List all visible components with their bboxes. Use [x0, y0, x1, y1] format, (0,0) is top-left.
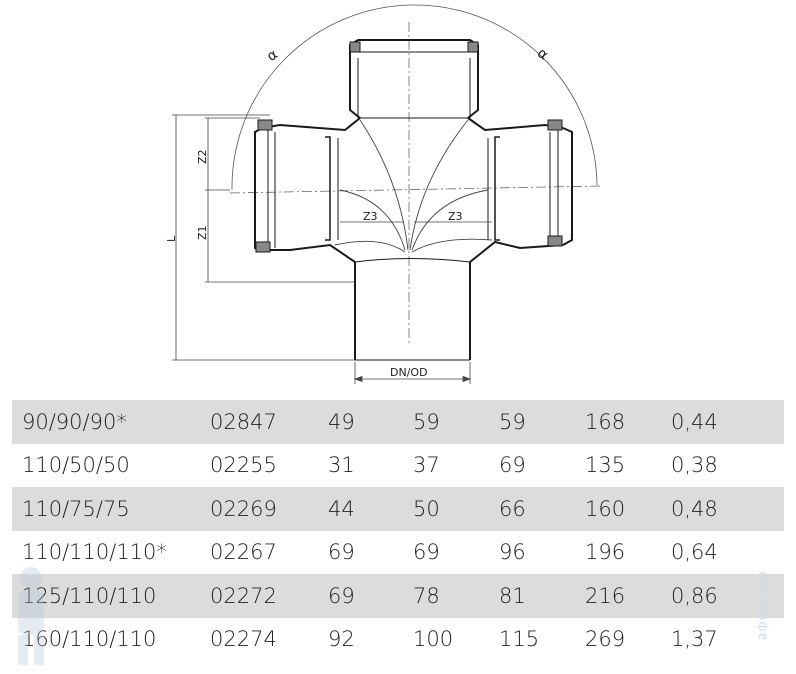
table-cell: 59 — [489, 400, 575, 444]
table-cell: 115 — [499, 627, 540, 652]
table-cell: 0,64 — [671, 540, 718, 565]
table-cell: 02847 — [200, 400, 318, 444]
left-socket — [254, 127, 339, 253]
angle-label-left: α — [264, 46, 281, 64]
table-cell: 02255 — [210, 453, 277, 478]
table-cell: 02274 — [210, 627, 277, 652]
table-row: 90/90/90* 02847 49 59 59 168 0,44 — [12, 400, 784, 444]
table-cell: 59 — [403, 400, 489, 444]
table-cell: 110/50/50 — [22, 453, 130, 478]
table-cell: 92 — [328, 627, 355, 652]
table-cell: 269 — [585, 627, 626, 652]
table-cell: 02269 — [200, 487, 318, 531]
table-cell: 168 — [575, 400, 661, 444]
z3-label-right: Z3 — [448, 210, 463, 223]
table-row: 110/110/110* 02267 69 69 96 196 0,64 — [12, 531, 784, 575]
left-seal-top — [257, 119, 273, 131]
table-row: 160/110/110 02274 92 100 115 269 1,37 — [12, 618, 784, 662]
spec-table: 90/90/90* 02847 49 59 59 168 0,44 110/50/50 0225… — [12, 400, 784, 661]
table-cell: 69 — [318, 574, 403, 618]
table-cell: 44 — [318, 487, 403, 531]
table-cell: 100 — [413, 627, 454, 652]
mascot-watermark — [18, 567, 44, 665]
fitting-body — [261, 117, 564, 361]
table-cell: 216 — [575, 574, 661, 618]
table-cell: 0,44 — [661, 400, 784, 444]
internal-curves — [334, 119, 493, 253]
z2-label: Z2 — [196, 149, 209, 164]
right-seal-bottom — [547, 235, 563, 247]
watermark-text: афоня.рф — [755, 570, 769, 640]
table-cell: 69 — [499, 453, 526, 478]
dn-label: DN/OD — [390, 366, 428, 379]
right-seal-top — [547, 119, 563, 131]
table-cell: 37 — [413, 453, 440, 478]
table-cell: 66 — [489, 487, 575, 531]
angle-label-right: α — [534, 45, 551, 63]
top-socket — [349, 39, 479, 119]
table-cell: 135 — [585, 453, 626, 478]
cross-fitting-drawing: α α Z3 Z3 L Z2 Z1 DN/OD — [165, 4, 601, 384]
table-cell: 31 — [328, 453, 355, 478]
table-row: 110/75/75 02269 44 50 66 160 0,48 — [12, 487, 784, 531]
top-seal-left — [349, 41, 361, 53]
table-cell: 81 — [489, 574, 575, 618]
table-cell: 50 — [403, 487, 489, 531]
z3-label-left: Z3 — [363, 210, 378, 223]
table-cell: 0,38 — [671, 453, 718, 478]
table-cell: 02272 — [200, 574, 318, 618]
table-cell: 90/90/90* — [12, 400, 200, 444]
horizontal-centerline — [229, 185, 601, 194]
top-seal-right — [467, 41, 479, 53]
left-seal-bottom — [255, 241, 271, 253]
table-cell: 196 — [585, 540, 626, 565]
table-row: 110/50/50 02255 31 37 69 135 0,38 — [12, 444, 784, 488]
table-cell: 49 — [318, 400, 403, 444]
table-cell: 96 — [499, 540, 526, 565]
table-cell: 02267 — [210, 540, 277, 565]
table-cell: 69 — [413, 540, 440, 565]
table-row: 125/110/110 02272 69 78 81 216 0,86 — [12, 574, 784, 618]
z1-label: Z1 — [196, 225, 209, 240]
table-cell: 110/75/75 — [12, 487, 200, 531]
angle-arc — [231, 4, 598, 191]
l-label: L — [165, 235, 178, 242]
table-cell: 78 — [403, 574, 489, 618]
table-cell: 160 — [575, 487, 661, 531]
table-cell: 0,48 — [661, 487, 784, 531]
table-cell: 69 — [328, 540, 355, 565]
